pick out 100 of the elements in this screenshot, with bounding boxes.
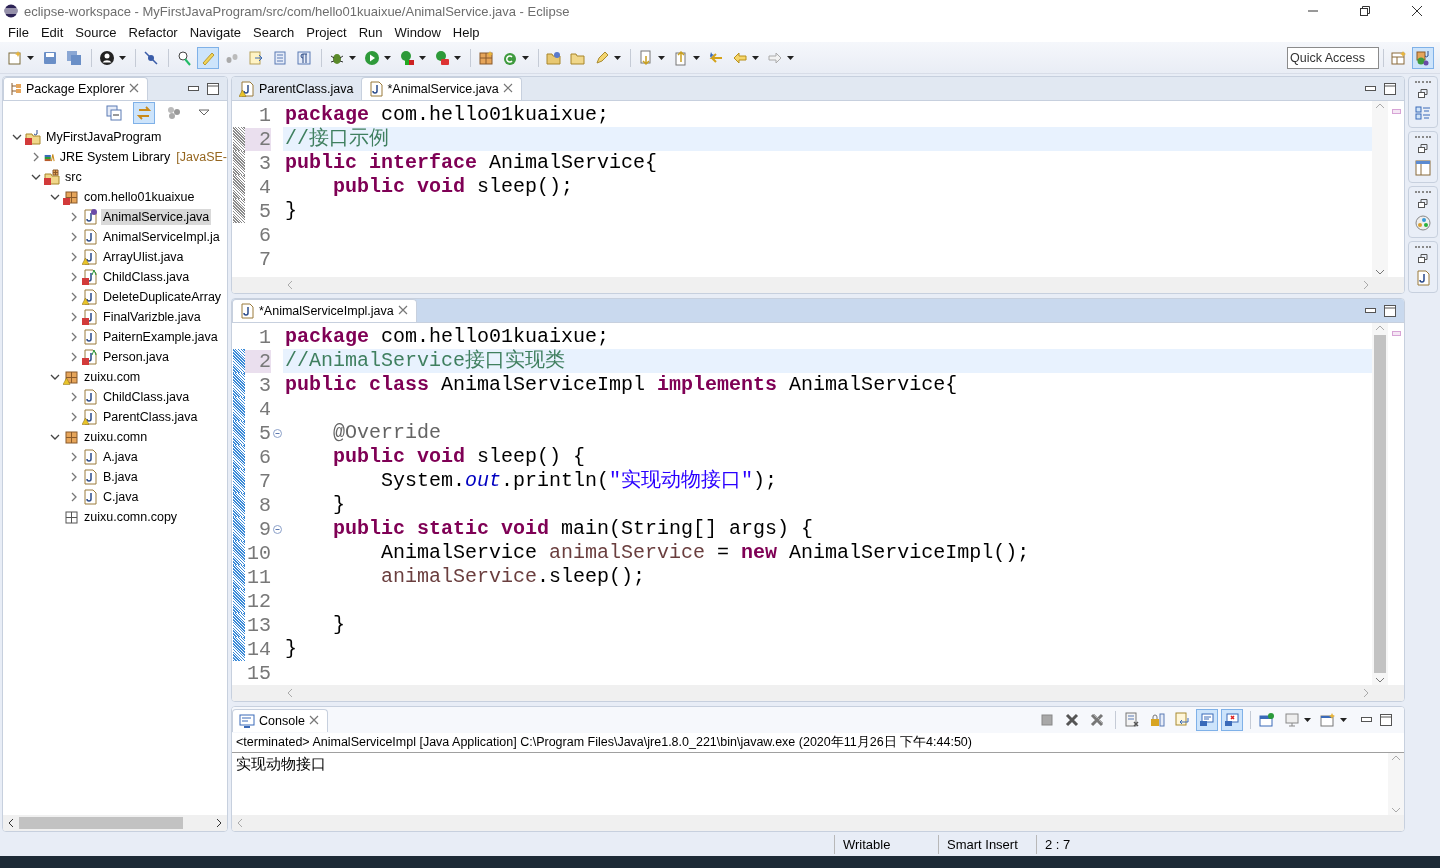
line-number: 3 bbox=[258, 373, 271, 397]
maximize-icon bbox=[1384, 82, 1396, 95]
editor-tab[interactable]: ParentClass.java bbox=[232, 77, 361, 100]
tree-item[interactable]: com.hello01kuaixue bbox=[82, 189, 197, 205]
link-arrows-icon bbox=[136, 105, 152, 121]
tree-item[interactable]: AnimalServiceImpl.ja bbox=[101, 229, 222, 245]
status-field: Writable bbox=[834, 834, 938, 854]
close-view-button[interactable] bbox=[128, 83, 141, 95]
monitor-button[interactable] bbox=[1196, 709, 1218, 731]
tree-item[interactable]: FinalVarizble.java bbox=[101, 309, 203, 325]
monitor-icon bbox=[1199, 712, 1215, 728]
menu-item[interactable]: Edit bbox=[34, 22, 70, 42]
console-status: <terminated> AnimalServiceImpl [Java Application] C:\Program Files\Java\jre1.8.0_221\bin\javaw.exe (2020年11月26日 下午4:44:50) bbox=[232, 733, 1404, 753]
menu-item[interactable]: File bbox=[2, 22, 35, 42]
scroll-down-icon bbox=[1391, 805, 1401, 815]
task-list-button[interactable] bbox=[1415, 160, 1431, 176]
restore-button[interactable] bbox=[1418, 144, 1428, 154]
horizontal-scrollbar[interactable] bbox=[232, 815, 1404, 831]
tree-item[interactable]: AnimalService.java bbox=[101, 209, 212, 225]
tree-item[interactable]: zuixu.com bbox=[82, 369, 143, 385]
tree-item[interactable]: DeleteDuplicateArray bbox=[101, 289, 224, 305]
quick-access-field[interactable]: Quick Access bbox=[1287, 46, 1379, 69]
java-file-icon bbox=[82, 489, 98, 505]
tree-item[interactable]: ChildClass.java bbox=[101, 269, 192, 285]
task-list-icon bbox=[1415, 160, 1431, 176]
minimize-button[interactable] bbox=[1365, 307, 1376, 314]
restore-button[interactable] bbox=[1418, 199, 1428, 209]
menu-item[interactable]: Source bbox=[69, 22, 123, 42]
tree-item[interactable]: zuixu.comn bbox=[82, 429, 150, 445]
horizontal-scrollbar[interactable] bbox=[232, 277, 1404, 293]
editor-tab[interactable]: *AnimalService.java bbox=[360, 77, 522, 100]
project-icon bbox=[25, 129, 41, 145]
menu-item[interactable]: Search bbox=[247, 22, 301, 42]
close-view-button[interactable] bbox=[308, 714, 321, 727]
vertical-scrollbar[interactable] bbox=[1372, 323, 1388, 685]
tree-item[interactable]: ParentClass.java bbox=[101, 409, 200, 425]
tree-item[interactable]: ArrayUlist.java bbox=[101, 249, 186, 265]
menu-item[interactable]: Navigate bbox=[183, 22, 247, 42]
maximize-button[interactable] bbox=[1384, 82, 1396, 95]
interface-file-icon bbox=[82, 209, 98, 225]
outline-button[interactable] bbox=[1415, 105, 1431, 121]
tree-item[interactable]: zuixu.comn.copy bbox=[82, 509, 180, 525]
java-file-icon bbox=[82, 409, 98, 425]
java-file-icon bbox=[239, 303, 255, 319]
run-icon bbox=[364, 49, 380, 66]
close-tab-button[interactable] bbox=[397, 305, 410, 317]
vertical-scrollbar[interactable] bbox=[1372, 101, 1388, 277]
editor-tab[interactable]: *AnimalServiceImpl.java bbox=[232, 299, 417, 322]
collapse-all-button[interactable] bbox=[103, 102, 125, 124]
scroll-left-icon bbox=[7, 818, 15, 828]
fold-icon bbox=[272, 428, 282, 438]
highlighter-button[interactable] bbox=[197, 46, 219, 69]
horizontal-scrollbar[interactable] bbox=[3, 815, 227, 831]
code-line: public void sleep(); bbox=[332, 175, 575, 199]
console-output: 实现动物接口 bbox=[235, 754, 327, 775]
menu-item[interactable]: Run bbox=[352, 22, 389, 42]
menu-item[interactable]: Project bbox=[300, 22, 353, 42]
code-line: public class AnimalServiceImpl implements AnimalService{ bbox=[284, 373, 959, 397]
scroll-down-icon bbox=[1375, 267, 1385, 277]
minimize-button[interactable] bbox=[1365, 85, 1376, 92]
tree-item[interactable]: B.java bbox=[101, 469, 140, 485]
link-with-editor-button[interactable] bbox=[133, 102, 155, 124]
line-number: 1 bbox=[258, 325, 271, 349]
dropdown-caret-icon bbox=[1304, 718, 1311, 722]
monitor-error-button[interactable] bbox=[1221, 709, 1243, 731]
minimize-button[interactable] bbox=[188, 85, 199, 92]
menu-item[interactable]: Refactor bbox=[122, 22, 184, 42]
maximize-button[interactable] bbox=[207, 82, 219, 95]
palette-icon bbox=[1415, 215, 1431, 231]
tree-item[interactable]: PaiternExample.java bbox=[101, 329, 220, 345]
tree-item[interactable]: Person.java bbox=[101, 349, 171, 365]
source-folder-icon bbox=[44, 169, 60, 185]
view-tab[interactable]: Package Explorer bbox=[3, 77, 148, 100]
tree-item[interactable]: JRE System Library bbox=[57, 149, 173, 165]
restore-icon bbox=[1418, 89, 1428, 99]
maximize-button[interactable] bbox=[1384, 304, 1396, 317]
java-file-button[interactable] bbox=[1415, 270, 1431, 286]
minimize-button[interactable] bbox=[1361, 717, 1372, 723]
perspective-button[interactable] bbox=[1412, 46, 1434, 69]
outline-icon bbox=[1415, 105, 1431, 121]
menu-item[interactable]: Window bbox=[388, 22, 447, 42]
tree-item[interactable]: src bbox=[63, 169, 84, 185]
dropdown-caret-icon bbox=[614, 55, 621, 60]
tree-item[interactable]: C.java bbox=[101, 489, 141, 505]
vertical-scrollbar[interactable] bbox=[1388, 753, 1404, 815]
horizontal-scrollbar[interactable] bbox=[232, 685, 1404, 701]
palette-button[interactable] bbox=[1415, 215, 1431, 231]
maximize-button[interactable] bbox=[1380, 714, 1392, 726]
restore-button[interactable] bbox=[1418, 89, 1428, 99]
close-tab-button[interactable] bbox=[502, 83, 515, 95]
remove-icon bbox=[1064, 712, 1080, 728]
restore-button[interactable] bbox=[1418, 254, 1428, 264]
dropdown-caret-icon bbox=[384, 55, 391, 60]
menu-item[interactable]: Help bbox=[446, 22, 486, 42]
tree-item[interactable]: ChildClass.java bbox=[101, 389, 192, 405]
line-number: 6 bbox=[258, 223, 271, 247]
tree-item[interactable]: MyFirstJavaProgram bbox=[44, 129, 164, 145]
tree-item[interactable]: A.java bbox=[101, 449, 140, 465]
view-tab[interactable]: Console bbox=[232, 708, 328, 732]
eclipse-logo-icon bbox=[4, 4, 18, 18]
